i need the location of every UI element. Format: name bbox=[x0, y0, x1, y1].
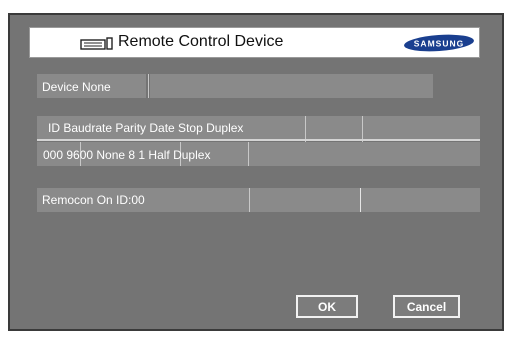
table-header: ID Baudrate Parity Date Stop Duplex bbox=[48, 121, 244, 135]
remocon-label: Remocon On ID:00 bbox=[42, 193, 145, 207]
divider bbox=[148, 74, 149, 98]
ok-button[interactable]: OK bbox=[296, 295, 358, 318]
samsung-logo: SAMSUNG bbox=[404, 34, 474, 52]
divider bbox=[249, 188, 250, 212]
remote-control-icon bbox=[80, 37, 113, 50]
window-title: Remote Control Device bbox=[118, 33, 284, 50]
table-row-values: 000 9600 None 8 1 Half Duplex bbox=[43, 148, 211, 162]
dialog-window bbox=[8, 13, 504, 331]
table-divider bbox=[37, 139, 480, 141]
device-label: Device None bbox=[42, 80, 111, 94]
svg-text:SAMSUNG: SAMSUNG bbox=[414, 39, 464, 49]
title-bar: Remote Control Device SAMSUNG bbox=[29, 27, 480, 58]
device-value-field[interactable] bbox=[150, 74, 433, 98]
cancel-button[interactable]: Cancel bbox=[393, 295, 460, 318]
divider bbox=[248, 142, 249, 166]
divider bbox=[360, 188, 361, 212]
